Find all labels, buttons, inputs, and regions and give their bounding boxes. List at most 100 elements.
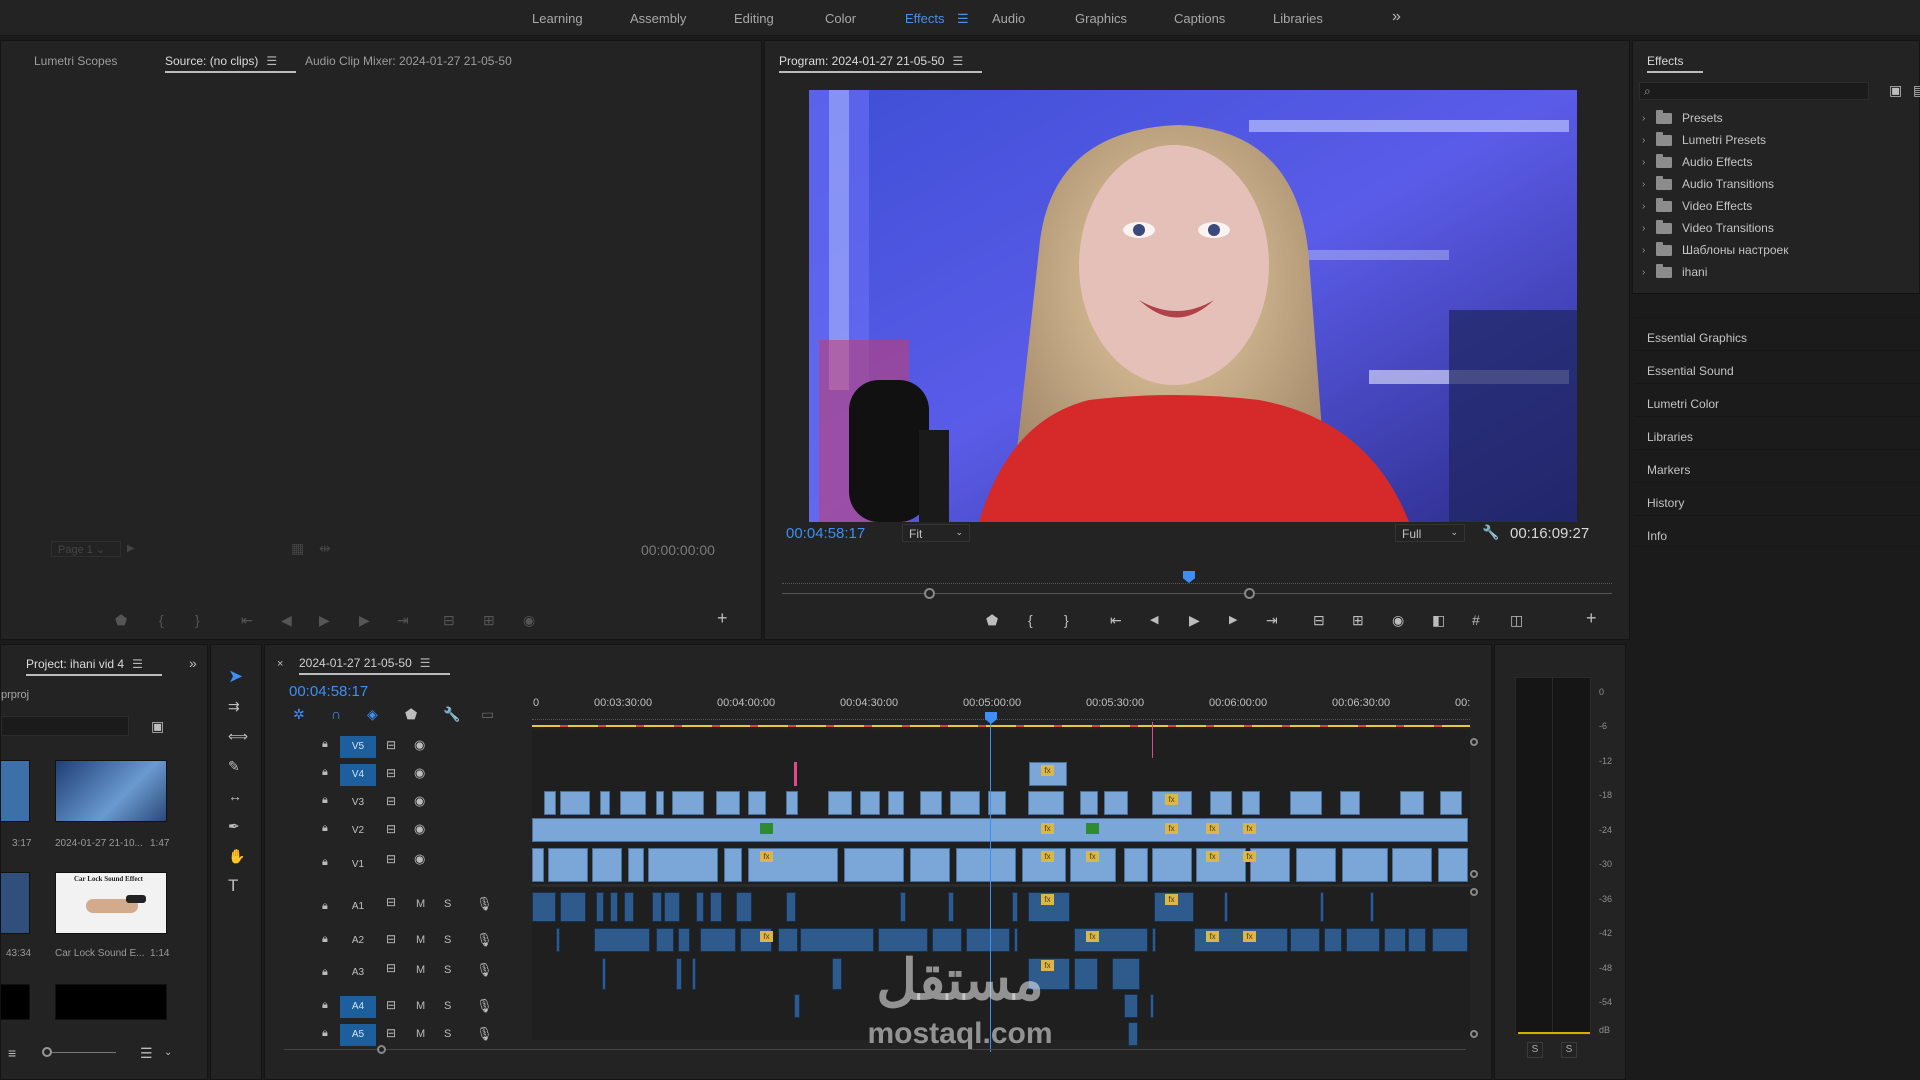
clip-v1[interactable]: [628, 848, 644, 882]
sync-icon[interactable]: ⊟: [386, 998, 396, 1012]
lock-icon[interactable]: 🔒︎: [322, 766, 328, 779]
track-label[interactable]: V1: [340, 854, 376, 876]
media-thumb[interactable]: [0, 984, 30, 1020]
clip-a2[interactable]: [594, 928, 650, 952]
clip-v1[interactable]: [1296, 848, 1336, 882]
panel-essential-sound[interactable]: Essential Sound: [1634, 350, 1920, 382]
v-scroll-handle[interactable]: [1470, 1030, 1478, 1038]
clip-v3[interactable]: [1290, 791, 1322, 815]
track-select-icon[interactable]: ⇉: [228, 699, 240, 713]
go-to-in-icon[interactable]: ⇤: [241, 613, 253, 627]
lock-icon[interactable]: 🔒︎: [322, 1027, 328, 1040]
clip-a2[interactable]: [778, 928, 798, 952]
fit-icon[interactable]: ⇹: [319, 541, 331, 555]
linked-selection-icon[interactable]: ◈: [367, 707, 378, 721]
sync-icon[interactable]: ⊟: [386, 961, 396, 975]
clip-a2[interactable]: [700, 928, 736, 952]
effects-item-audio-effects[interactable]: › Audio Effects: [1642, 153, 1753, 171]
clip-v2[interactable]: [532, 818, 1468, 842]
clip-a1[interactable]: [900, 892, 906, 922]
clip-v1[interactable]: [1438, 848, 1468, 882]
track-label[interactable]: A1: [340, 896, 376, 918]
sequence-tab[interactable]: 2024-01-27 21-05-50 ☰: [299, 656, 450, 675]
clip-a2[interactable]: [656, 928, 674, 952]
program-timecode[interactable]: 00:04:58:17: [786, 525, 865, 542]
effects-item-ihani[interactable]: › ihani: [1642, 263, 1707, 281]
clip-v1[interactable]: [1196, 848, 1246, 882]
work-area-bar[interactable]: [532, 725, 1470, 727]
marker-clip[interactable]: [794, 762, 797, 786]
clip-v3[interactable]: [1028, 791, 1064, 815]
mic-icon[interactable]: 🎙︎: [476, 932, 493, 948]
clip-v3[interactable]: [888, 791, 904, 815]
go-to-in-icon[interactable]: ⇤: [1110, 613, 1122, 627]
panel-lumetri-color[interactable]: Lumetri Color: [1634, 383, 1920, 415]
slider-handle[interactable]: [42, 1047, 52, 1057]
new-preset-bin-icon[interactable]: ▤: [1913, 83, 1920, 97]
tab-audio-clip-mixer[interactable]: Audio Clip Mixer: 2024-01-27 21-05-50: [305, 54, 512, 68]
mark-out-icon[interactable]: }: [1064, 613, 1069, 627]
clip-v3[interactable]: [620, 791, 646, 815]
comparison-view-icon[interactable]: ◧: [1432, 613, 1445, 627]
lock-icon[interactable]: 🔒︎: [322, 933, 328, 946]
settings-wrench-icon[interactable]: 🔧: [443, 707, 460, 721]
sort-icon[interactable]: ☰: [140, 1046, 153, 1060]
tab-lumetri-scopes[interactable]: Lumetri Scopes: [34, 54, 117, 68]
sync-icon[interactable]: ⊟: [386, 1026, 396, 1040]
clip-a2[interactable]: [1432, 928, 1468, 952]
clip-a1[interactable]: [710, 892, 722, 922]
clip-v1[interactable]: [1250, 848, 1290, 882]
eye-icon[interactable]: ◉: [414, 821, 425, 837]
ws-overflow-icon[interactable]: »: [1392, 8, 1401, 26]
track-label[interactable]: V2: [340, 820, 376, 842]
sync-icon[interactable]: ⊟: [386, 895, 396, 909]
media-thumb-car-lock[interactable]: Car Lock Sound Effect: [55, 872, 167, 934]
clip-v3[interactable]: [828, 791, 852, 815]
mark-out-icon[interactable]: }: [195, 613, 200, 627]
panel-libraries[interactable]: Libraries: [1634, 416, 1920, 448]
clip-a1[interactable]: [736, 892, 752, 922]
safe-margins-icon[interactable]: #: [1472, 613, 1480, 627]
solo-button[interactable]: S: [444, 898, 451, 910]
clip-a1[interactable]: [610, 892, 618, 922]
clip-v3[interactable]: [544, 791, 556, 815]
type-tool-icon[interactable]: T: [228, 877, 238, 894]
clip-a2[interactable]: [1324, 928, 1342, 952]
mic-icon[interactable]: 🎙︎: [476, 962, 493, 978]
clip-v3[interactable]: [656, 791, 664, 815]
selection-tool-icon[interactable]: ➤: [228, 667, 243, 685]
lock-icon[interactable]: 🔒︎: [322, 822, 328, 835]
zoom-bar[interactable]: [782, 593, 1612, 594]
ws-tab-learning[interactable]: Learning: [532, 11, 583, 26]
panel-essential-graphics[interactable]: Essential Graphics: [1634, 317, 1920, 349]
lock-icon[interactable]: 🔒︎: [322, 999, 328, 1012]
clip-a1[interactable]: [696, 892, 704, 922]
clip-v1[interactable]: [532, 848, 544, 882]
overwrite-icon[interactable]: ⊞: [483, 613, 495, 627]
clip-a5[interactable]: [1128, 1022, 1138, 1046]
clip-a2[interactable]: [556, 928, 560, 952]
clip-a4[interactable]: [1150, 994, 1154, 1018]
zoom-handle-left[interactable]: [924, 588, 935, 599]
clip-v3[interactable]: [672, 791, 704, 815]
clip-v1[interactable]: [956, 848, 1016, 882]
ws-tab-color[interactable]: Color: [825, 11, 856, 26]
clip-v3[interactable]: [950, 791, 980, 815]
mute-button[interactable]: M: [416, 898, 425, 910]
insert-icon[interactable]: ⊟: [443, 613, 455, 627]
ws-tab-audio[interactable]: Audio: [992, 11, 1025, 26]
lock-icon[interactable]: 🔒︎: [322, 900, 328, 913]
export-frame-icon[interactable]: ◉: [1392, 613, 1404, 627]
clip-a1[interactable]: [664, 892, 680, 922]
add-button-icon[interactable]: +: [717, 609, 728, 627]
clip-a1[interactable]: [786, 892, 796, 922]
sync-icon[interactable]: ⊟: [386, 932, 396, 946]
clip-a2[interactable]: [1384, 928, 1406, 952]
clip-a1[interactable]: [596, 892, 604, 922]
clip-v1[interactable]: [1152, 848, 1192, 882]
step-back-icon[interactable]: ◀: [281, 613, 292, 627]
clip-v3[interactable]: [920, 791, 942, 815]
solo-left-button[interactable]: S: [1527, 1042, 1543, 1058]
eye-icon[interactable]: ◉: [414, 737, 425, 753]
clip-a1[interactable]: [532, 892, 556, 922]
